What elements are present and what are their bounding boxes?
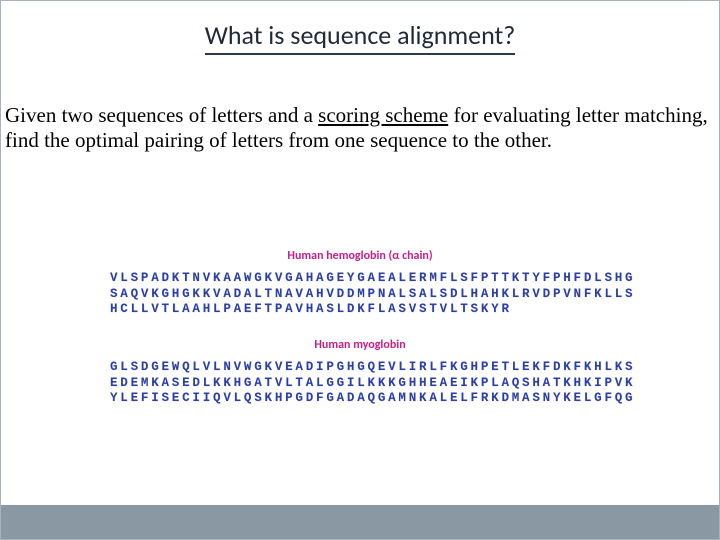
sequence-line: YLEFISECIIQVLQSKHPGDFGADAQGAMNKALELFRKDM… [110, 391, 610, 407]
sequence-lines-1: VLSPADKTNVKAAWGKVGAHAGEYGAEALERMFLSFPTTK… [110, 271, 610, 318]
paragraph-underlined: scoring scheme [318, 103, 448, 127]
paragraph-part1: Given two sequences of letters and a [5, 103, 318, 127]
sequence-block: Human hemoglobin (α chain) VLSPADKTNVKAA… [100, 249, 620, 427]
slide: What is sequence alignment? Given two se… [0, 0, 720, 540]
title-wrap: What is sequence alignment? [1, 1, 719, 55]
footer-bar [1, 505, 719, 539]
slide-title: What is sequence alignment? [205, 19, 516, 55]
body-paragraph: Given two sequences of letters and a sco… [1, 55, 719, 153]
sequence-label-2: Human myoglobin [100, 338, 620, 352]
sequence-line: GLSDGEWQLVLNVWGKVEADIPGHGQEVLIRLFKGHPETL… [110, 360, 610, 376]
sequence-line: VLSPADKTNVKAAWGKVGAHAGEYGAEALERMFLSFPTTK… [110, 271, 610, 287]
sequence-line: HCLLVTLAAHLPAEFTPAVHASLDKFLASVSTVLTSKYR [110, 302, 610, 318]
sequence-line: EDEMKASEDLKKHGATVLTALGGILKKKGHHEAEIKPLAQ… [110, 376, 610, 392]
sequence-line: SAQVKGHGKKVADALTNAVAHVDDMPNALSALSDLHAHKL… [110, 287, 610, 303]
sequence-lines-2: GLSDGEWQLVLNVWGKVEADIPGHGQEVLIRLFKGHPETL… [110, 360, 610, 407]
sequence-label-1: Human hemoglobin (α chain) [100, 249, 620, 263]
